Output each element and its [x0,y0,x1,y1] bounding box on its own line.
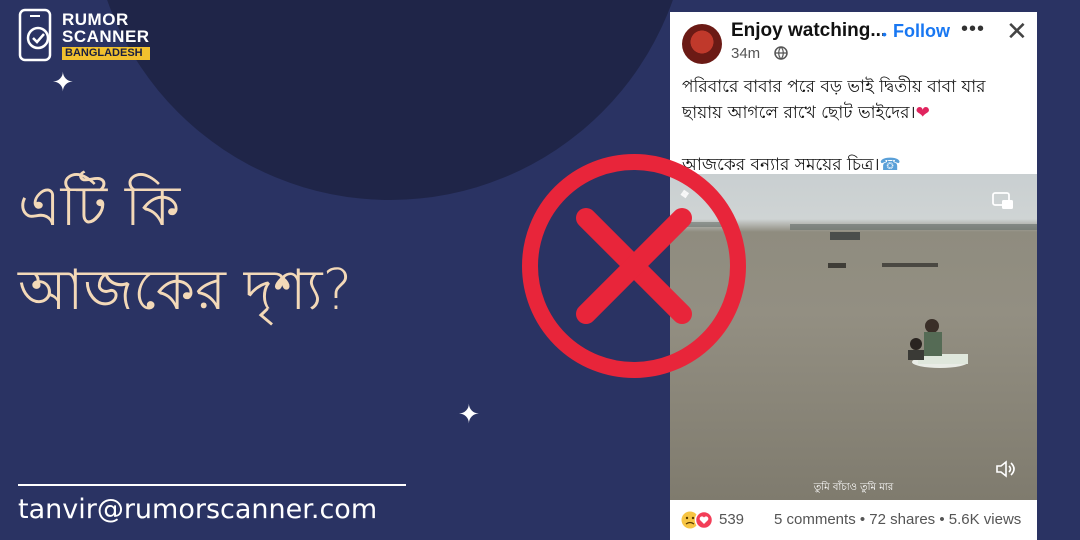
post-header: Enjoy watching... • Follow ••• ✕ 34m [670,12,1037,70]
post-time[interactable]: 34m [731,45,760,62]
sparkle-icon: ✦ [458,400,480,430]
avatar[interactable] [682,24,722,64]
follow-button[interactable]: Follow [893,21,950,42]
post-text-line-2: ছায়ায় আগলে রাখে ছোট ভাইদের। [682,103,916,123]
globe-icon [774,46,788,60]
close-icon[interactable]: ✕ [1006,16,1028,47]
logo-line-1: RUMOR [62,9,129,29]
logo: RUMOR SCANNER BANGLADESH [16,8,150,62]
reactions-icon[interactable] [680,510,716,530]
heart-icon: ❤ [915,103,930,123]
logo-badge: BANGLADESH [62,46,150,60]
more-icon[interactable]: ••• [961,18,985,41]
pip-icon[interactable] [992,192,1014,210]
telephone-icon: ☎ [879,155,901,175]
headline: এটি কি আজকের দৃশ্য? [18,165,352,333]
phone-check-icon [18,8,52,62]
separator-dot: • [882,26,887,42]
post-footer: 539 5 comments • 72 shares • 5.6K views [670,502,1037,540]
video-caption: তুমি বাঁচাও তুমি মার [813,482,894,493]
logo-line-2: SCANNER [62,26,150,46]
post-text-line-1: পরিবারে বাবার পরে বড় ভাই দ্বিতীয় বাবা … [682,77,986,97]
speaker-icon[interactable] [994,458,1016,480]
headline-line-1: এটি কি [18,174,181,239]
x-mark-icon [522,154,746,378]
engagement-stats[interactable]: 5 comments • 72 shares • 5.6K views [774,511,1021,528]
poster-name[interactable]: Enjoy watching... [731,20,886,42]
sparkle-icon: ✦ [52,68,74,98]
email-address: tanvir@rumorscanner.com [18,494,378,525]
divider [18,484,406,486]
headline-line-2: আজকের দৃশ্য? [18,258,353,323]
reaction-count[interactable]: 539 [719,511,744,528]
